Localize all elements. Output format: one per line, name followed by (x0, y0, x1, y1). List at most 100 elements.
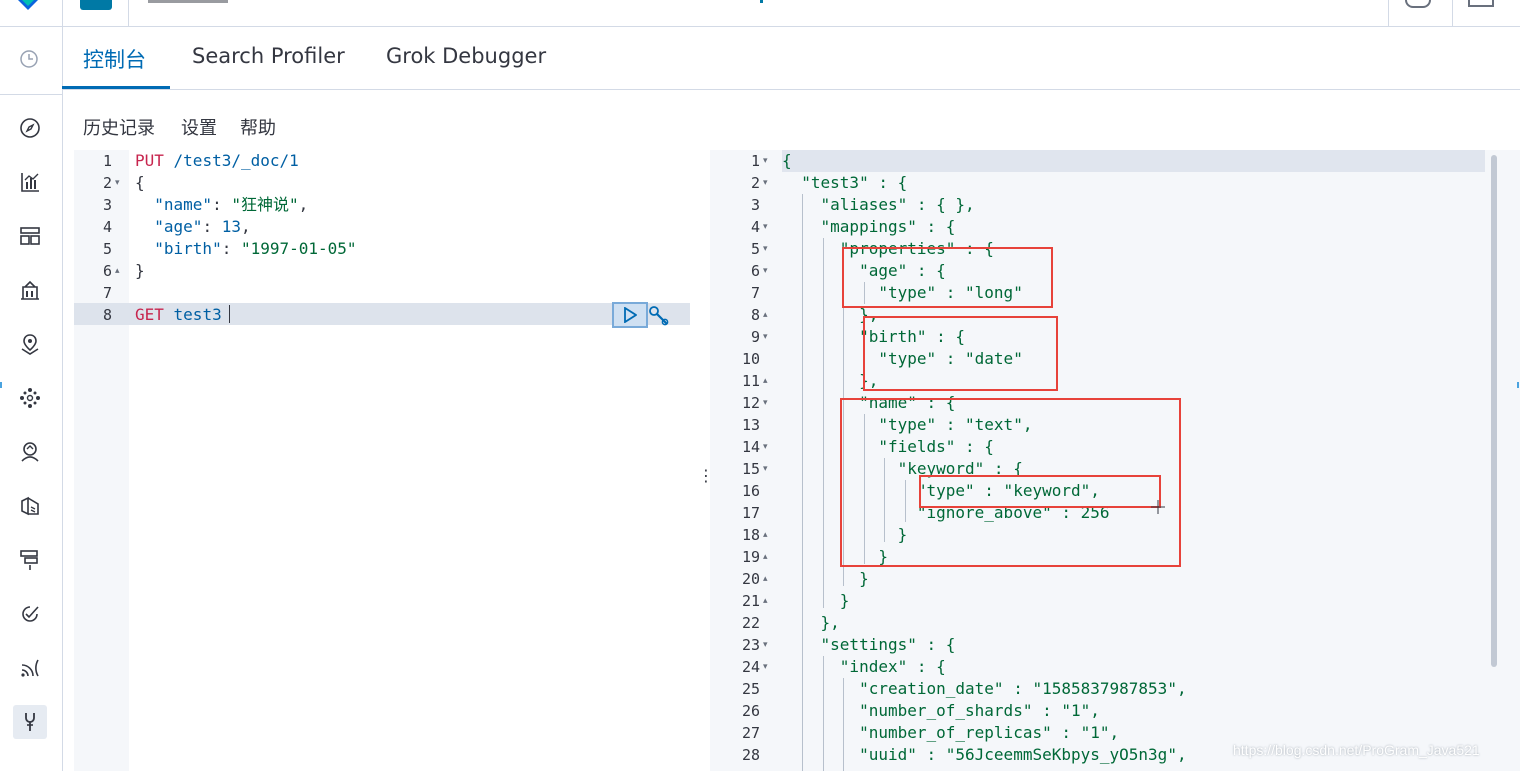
fold-open-icon[interactable]: ▾ (763, 172, 768, 194)
fold-open-icon[interactable]: ▾ (763, 392, 768, 414)
recently-viewed-clock-icon[interactable] (19, 49, 39, 73)
siem-icon[interactable] (13, 651, 47, 685)
line-number: 1 (750, 152, 760, 170)
tab-grok-debugger[interactable]: Grok Debugger (386, 44, 546, 68)
line-number: 22 (741, 614, 760, 632)
loading-indicator (760, 0, 763, 3)
line-number: 8 (102, 306, 112, 324)
code-line[interactable]: PUT /test3/_doc/1 (135, 150, 299, 172)
visualize-icon[interactable] (13, 165, 47, 199)
logs-icon[interactable] (13, 489, 47, 523)
devtools-tabs: 控制台 Search Profiler Grok Debugger (62, 27, 1520, 90)
uptime-icon[interactable] (13, 597, 47, 631)
help-link[interactable]: 帮助 (240, 114, 276, 140)
line-number: 14 (741, 438, 760, 456)
line-number: 3 (750, 196, 760, 214)
fold-open-icon[interactable]: ▾ (763, 326, 768, 348)
code-token: { (135, 173, 145, 192)
code-token: "age" (154, 217, 203, 236)
code-token: : (202, 217, 222, 236)
maps-icon[interactable] (13, 327, 47, 361)
compass-icon[interactable] (13, 111, 47, 145)
fold-close-icon[interactable]: ▴ (763, 590, 768, 612)
line-number: 24 (741, 658, 760, 676)
infra-icon[interactable] (13, 435, 47, 469)
code-token: "name" (154, 195, 213, 214)
canvas-icon[interactable] (13, 273, 47, 307)
apm-icon[interactable] (13, 543, 47, 577)
play-icon[interactable] (612, 302, 648, 328)
code-token: PUT (135, 151, 164, 170)
line-number: 20 (741, 570, 760, 588)
line-number: 11 (741, 372, 760, 390)
text-cursor (229, 305, 230, 323)
code-line[interactable]: } (135, 260, 145, 282)
fold-open-icon[interactable]: ▾ (763, 436, 768, 458)
line-number: 17 (741, 504, 760, 522)
line-number: 8 (750, 306, 760, 324)
header-divider (62, 0, 63, 26)
history-link[interactable]: 历史记录 (83, 114, 155, 140)
fold-open-icon[interactable]: ▾ (763, 634, 768, 656)
tab-console[interactable]: 控制台 (83, 44, 146, 74)
code-token: : (221, 239, 241, 258)
code-line[interactable]: "name": "狂神说", (135, 194, 308, 216)
response-code-line: "aliases" : { }, (782, 195, 975, 214)
code-token: 13 (221, 217, 241, 236)
fold-close-icon[interactable]: ▴ (763, 546, 768, 568)
response-code-line: } (782, 591, 850, 610)
fold-open-icon[interactable]: ▾ (763, 150, 768, 172)
line-number: 2 (102, 174, 112, 192)
dashboard-icon[interactable] (13, 219, 47, 253)
code-token: "birth" (154, 239, 222, 258)
code-line[interactable]: "age": 13, (135, 216, 251, 238)
line-number: 19 (741, 548, 760, 566)
line-number: 6 (102, 262, 112, 280)
line-number: 1 (102, 152, 112, 170)
window-edge-marker (1517, 382, 1519, 388)
kibana-logo-icon[interactable] (14, 0, 42, 10)
code-line[interactable]: "birth": "1997-01-05" (135, 238, 357, 260)
response-code-line: "number_of_replicas" : "1", (782, 723, 1120, 742)
line-number: 2 (750, 174, 760, 192)
fold-open-icon[interactable]: ▾ (763, 458, 768, 480)
fold-close-icon[interactable]: ▴ (763, 568, 768, 590)
fold-close-icon[interactable]: ▴ (763, 304, 768, 326)
wrench-icon[interactable] (648, 305, 670, 331)
fold-open-icon[interactable]: ▾ (763, 216, 768, 238)
fold-close-icon[interactable]: ▴ (763, 370, 768, 392)
response-code-line: "test3" : { (782, 173, 908, 192)
line-number: 5 (750, 240, 760, 258)
settings-link[interactable]: 设置 (181, 114, 217, 140)
fold-open-icon[interactable]: ▾ (763, 260, 768, 282)
nav-divider (0, 94, 62, 95)
line-number: 18 (741, 526, 760, 544)
menu-icon[interactable] (1468, 0, 1494, 7)
fold-close-icon[interactable]: ▴ (763, 524, 768, 546)
top-header (0, 0, 1520, 27)
ml-icon[interactable] (13, 381, 47, 415)
code-line[interactable]: { (135, 172, 145, 194)
fold-open-icon[interactable]: ▾ (115, 172, 120, 194)
fold-open-icon[interactable]: ▾ (763, 238, 768, 260)
line-number: 15 (741, 460, 760, 478)
line-number: 3 (102, 196, 112, 214)
code-line[interactable]: GET test3 (135, 304, 222, 326)
fold-open-icon[interactable]: ▾ (763, 656, 768, 678)
fold-close-icon[interactable]: ▴ (115, 260, 120, 282)
response-code-line: }, (782, 613, 840, 632)
code-token: "1997-01-05" (240, 239, 357, 258)
code-token: "狂神说" (231, 195, 299, 214)
help-icon[interactable] (1405, 0, 1431, 8)
devtools-icon[interactable] (13, 705, 47, 739)
response-code-line: } (782, 569, 869, 588)
code-token: /test3/_doc/1 (163, 151, 299, 170)
response-scrollbar[interactable] (1491, 155, 1497, 667)
response-code-line: "number_of_shards" : "1", (782, 701, 1100, 720)
tab-search-profiler[interactable]: Search Profiler (192, 44, 345, 68)
app-icon[interactable] (80, 0, 112, 10)
mouse-cursor-icon (1151, 499, 1165, 514)
code-token: , (240, 217, 251, 236)
